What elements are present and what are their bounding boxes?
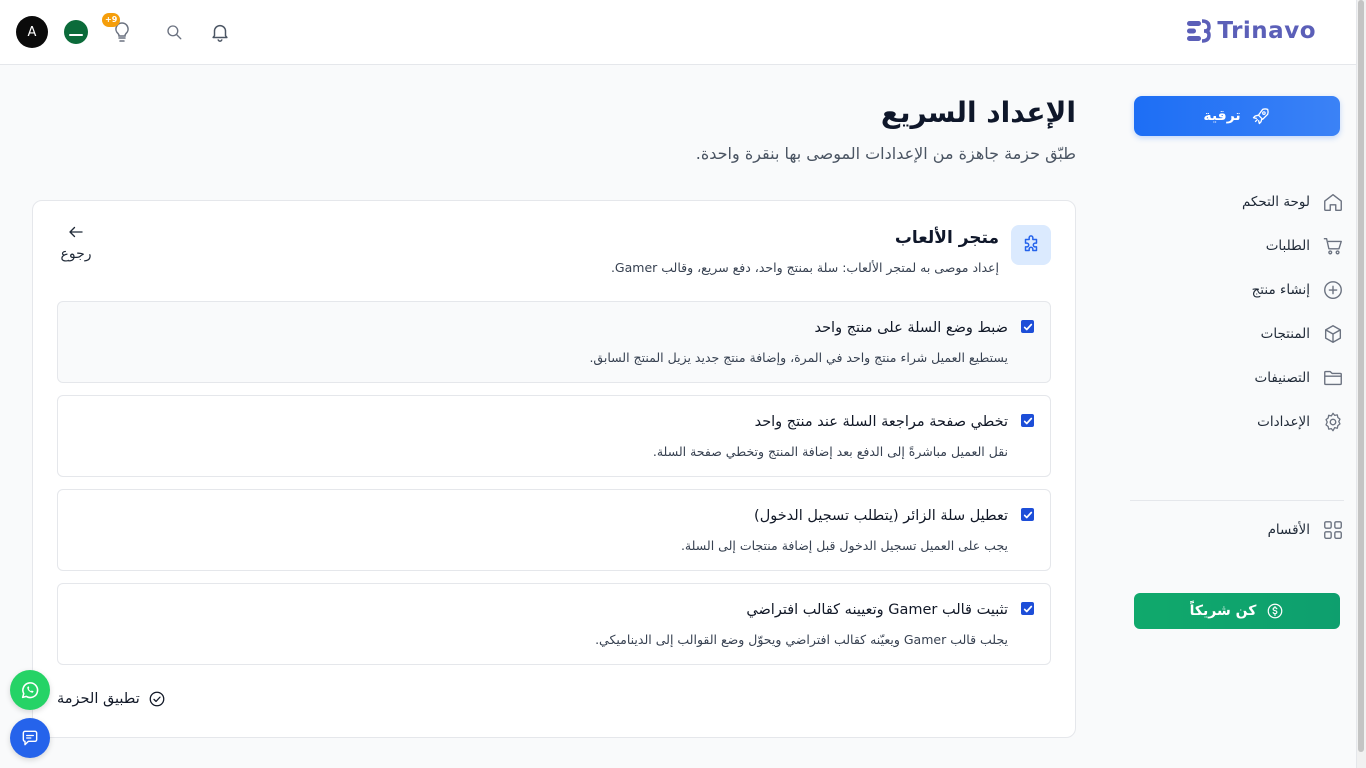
sidebar-item-settings[interactable]: الإعدادات xyxy=(1134,400,1344,444)
plus-circle-icon xyxy=(1324,281,1342,299)
rocket-icon xyxy=(1252,108,1269,125)
sidebar-item-sections[interactable]: الأقسام xyxy=(1134,508,1344,552)
puzzle-icon xyxy=(1011,225,1051,265)
sidebar-item-orders[interactable]: الطلبات xyxy=(1134,224,1344,268)
top-header: Trinavo A +9 xyxy=(0,0,1356,65)
logo-icon xyxy=(1187,19,1212,43)
option-card-single-product-cart[interactable]: ضبط وضع السلة على منتج واحد يستطيع العمي… xyxy=(57,301,1051,383)
grid-icon xyxy=(1324,521,1342,539)
option-card-disable-guest-cart[interactable]: تعطيل سلة الزائر (يتطلب تسجيل الدخول) يج… xyxy=(57,489,1051,571)
option-title: تعطيل سلة الزائر (يتطلب تسجيل الدخول) xyxy=(754,508,1008,524)
sidebar-divider xyxy=(1130,500,1344,501)
option-checkbox[interactable] xyxy=(1021,508,1034,521)
logo-text: Trinavo xyxy=(1217,18,1316,44)
sidebar-item-label: التصنيفات xyxy=(1254,370,1310,386)
pack-description: إعداد موصى به لمتجر الألعاب: سلة بمنتج و… xyxy=(610,260,999,275)
folder-icon xyxy=(1324,370,1342,386)
box-icon xyxy=(1324,325,1342,343)
sidebar-item-label: الأقسام xyxy=(1267,522,1310,538)
sidebar-item-dashboard[interactable]: لوحة التحكم xyxy=(1134,180,1344,224)
avatar[interactable]: A xyxy=(16,16,48,48)
option-checkbox[interactable] xyxy=(1021,602,1034,615)
sidebar-item-label: الإعدادات xyxy=(1257,414,1310,430)
option-title: ضبط وضع السلة على منتج واحد xyxy=(814,320,1008,336)
option-title: تخطي صفحة مراجعة السلة عند منتج واحد xyxy=(754,414,1008,430)
back-button[interactable]: رجوع xyxy=(56,224,96,262)
sidebar-item-label: لوحة التحكم xyxy=(1241,194,1310,210)
checkmark-icon xyxy=(1023,417,1032,424)
sidebar-nav: لوحة التحكم الطلبات إنشاء منتج المنتجات … xyxy=(1134,180,1344,444)
pack-title: متجر الألعاب xyxy=(894,228,999,248)
back-label: رجوع xyxy=(60,246,92,262)
flag-mark xyxy=(69,34,83,36)
checkmark-icon xyxy=(1023,323,1032,330)
option-description: يجلب قالب Gamer ويعيّنه كقالب افتراضي وي… xyxy=(595,632,1008,647)
option-checkbox[interactable] xyxy=(1021,320,1034,333)
notifications-badge: +9 xyxy=(102,13,121,27)
chat-icon xyxy=(22,730,38,746)
sidebar-item-categories[interactable]: التصنيفات xyxy=(1134,356,1344,400)
whatsapp-icon xyxy=(21,682,39,699)
upgrade-button[interactable]: ترقية xyxy=(1134,96,1340,136)
saudi-flag-icon[interactable] xyxy=(64,20,88,44)
option-card-skip-cart-review[interactable]: تخطي صفحة مراجعة السلة عند منتج واحد نقل… xyxy=(57,395,1051,477)
option-description: يجب على العميل تسجيل الدخول قبل إضافة من… xyxy=(680,538,1008,553)
arrow-left-icon xyxy=(69,226,83,238)
checkmark-icon xyxy=(1023,605,1032,612)
option-card-install-gamer-theme[interactable]: تثبيت قالب Gamer وتعيينه كقالب افتراضي ي… xyxy=(57,583,1051,665)
option-description: يستطيع العميل شراء منتج واحد في المرة، و… xyxy=(589,350,1008,365)
sidebar-item-products[interactable]: المنتجات xyxy=(1134,312,1344,356)
home-icon xyxy=(1324,193,1342,211)
cart-icon xyxy=(1323,237,1342,255)
option-title: تثبيت قالب Gamer وتعيينه كقالب افتراضي xyxy=(746,602,1008,618)
partner-label: كن شريكاً xyxy=(1189,603,1257,619)
checkmark-icon xyxy=(1023,511,1032,518)
option-description: نقل العميل مباشرةً إلى الدفع بعد إضافة ا… xyxy=(652,444,1008,459)
page-title: الإعداد السريع xyxy=(880,96,1076,129)
logo[interactable]: Trinavo xyxy=(1185,18,1316,44)
whatsapp-button[interactable] xyxy=(10,670,50,710)
sidebar-item-label: إنشاء منتج xyxy=(1251,282,1310,298)
sidebar-item-create-product[interactable]: إنشاء منتج xyxy=(1134,268,1344,312)
sidebar-item-label: الطلبات xyxy=(1265,238,1310,254)
page-subtitle: طبّق حزمة جاهزة من الإعدادات الموصى بها … xyxy=(695,144,1076,163)
gear-icon xyxy=(1325,412,1341,432)
become-partner-button[interactable]: كن شريكاً xyxy=(1134,593,1340,629)
upgrade-label: ترقية xyxy=(1203,108,1241,124)
apply-pack-button[interactable]: تطبيق الحزمة xyxy=(57,690,166,708)
apply-pack-label: تطبيق الحزمة xyxy=(57,691,140,707)
bell-icon[interactable] xyxy=(209,20,231,44)
check-circle-icon xyxy=(149,691,165,707)
option-checkbox[interactable] xyxy=(1021,414,1034,427)
chat-support-button[interactable] xyxy=(10,718,50,758)
sidebar-item-label: المنتجات xyxy=(1260,326,1310,342)
scrollbar-thumb[interactable] xyxy=(1358,0,1364,752)
search-icon[interactable] xyxy=(165,23,183,41)
dollar-icon xyxy=(1268,603,1283,619)
